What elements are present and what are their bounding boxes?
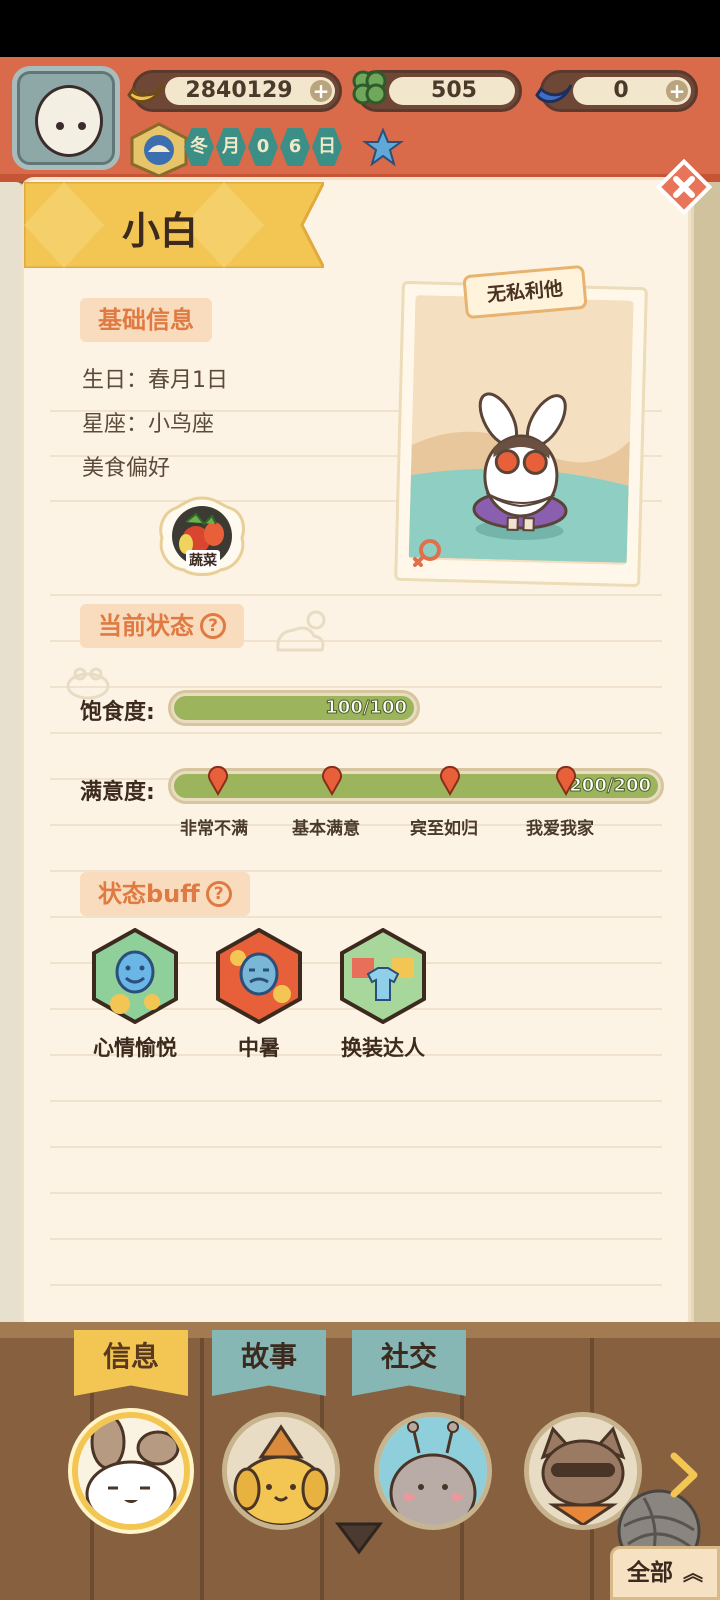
happy-face-icon[interactable] <box>90 928 180 1024</box>
bunny-character-image <box>408 295 634 563</box>
milestone-label: 宾至如归 <box>410 819 478 839</box>
milestone-marker-icon <box>322 766 342 796</box>
milestone-marker-icon <box>440 766 460 796</box>
milestone-label: 我爱我家 <box>526 819 594 839</box>
ruled-line <box>50 1192 662 1194</box>
help-icon[interactable]: ? <box>200 613 226 639</box>
birthday-text: 生日：春月1日 <box>82 368 228 393</box>
date-char: 冬 <box>184 128 214 166</box>
satisfaction-label: 满意度: <box>80 780 155 805</box>
satiety-value: 100/100 <box>325 697 408 719</box>
blue-banana-counter: 0 + <box>535 70 698 112</box>
season-badge-icon[interactable] <box>128 122 190 178</box>
constellation-text: 星座：小鸟座 <box>82 412 215 437</box>
banana-value: 2840129 <box>185 78 293 103</box>
add-blue-bananas-button[interactable]: + <box>666 80 688 102</box>
section-buffs: 状态buff ? <box>80 872 250 916</box>
section-title: 当前状态 <box>98 612 194 640</box>
chevron-up-double-icon: ︽ <box>683 1561 704 1585</box>
banana-icon <box>127 84 165 104</box>
help-icon[interactable]: ? <box>205 881 232 907</box>
avatar-face <box>35 85 103 157</box>
date-char: 日 <box>312 128 342 166</box>
character-avatar-bunny[interactable] <box>72 1412 190 1530</box>
section-title: 状态buff <box>98 880 200 908</box>
ruled-line <box>50 1238 662 1240</box>
buff-label: 中暑 <box>238 1036 280 1060</box>
buff-label: 换装达人 <box>341 1036 425 1060</box>
ruled-line <box>50 916 662 918</box>
avatar-eye <box>56 122 64 130</box>
wardrobe-icon[interactable] <box>338 928 428 1024</box>
clover-counter: 505 <box>352 70 522 112</box>
blue-banana-icon <box>535 84 573 104</box>
date-char: 月 <box>216 128 246 166</box>
milestone-label: 非常不满 <box>180 819 248 839</box>
food-name: 蔬菜 <box>186 550 220 570</box>
section-status: 当前状态 ? <box>80 604 244 648</box>
slug-face-icon <box>379 1417 487 1525</box>
section-basic-info: 基础信息 <box>80 298 212 342</box>
satiety-label: 饱食度: <box>80 700 155 725</box>
close-icon[interactable] <box>654 157 714 217</box>
heatstroke-face-icon[interactable] <box>214 928 304 1024</box>
female-icon <box>413 539 441 567</box>
date-strip: 冬 月 0 6 日 <box>184 128 342 168</box>
character-avatar-dog[interactable] <box>222 1412 340 1530</box>
add-bananas-button[interactable]: + <box>310 80 332 102</box>
clover-value: 505 <box>431 78 477 103</box>
satisfaction-bar: 200/200 <box>168 768 664 804</box>
status-bar <box>0 0 720 57</box>
food-pref-label: 美食偏好 <box>82 456 171 481</box>
buff-label: 心情愉悦 <box>93 1036 177 1060</box>
date-char: 0 <box>248 128 278 166</box>
section-title: 基础信息 <box>98 306 194 334</box>
character-name: 小白 <box>122 209 199 253</box>
blue-banana-value: 0 <box>613 78 629 103</box>
weather-icon[interactable] <box>362 128 404 170</box>
chevron-down-icon[interactable] <box>334 1518 384 1558</box>
date-char: 6 <box>280 128 310 166</box>
book-back-page <box>0 182 26 1332</box>
ruled-line <box>50 686 662 688</box>
satiety-bar: 100/100 <box>168 690 420 726</box>
banana-counter: 2840129 + <box>127 70 342 112</box>
character-avatar-slug[interactable] <box>374 1412 492 1530</box>
wood-plank <box>200 1330 204 1600</box>
ruled-line <box>50 594 662 596</box>
ruled-line <box>50 732 662 734</box>
dog-face-icon <box>227 1417 335 1525</box>
chevron-right-icon[interactable] <box>668 1452 700 1498</box>
all-button-label: 全部 <box>627 1560 673 1586</box>
bunny-face-icon <box>78 1418 184 1524</box>
doodle-creature-icon <box>276 610 326 652</box>
clover-icon <box>352 70 387 105</box>
satisfaction-value: 200/200 <box>569 775 652 797</box>
all-characters-button[interactable]: 全部 ︽ <box>610 1546 720 1600</box>
milestone-label: 基本满意 <box>292 819 360 839</box>
player-avatar[interactable] <box>12 66 120 170</box>
avatar-eye <box>78 122 86 130</box>
milestone-marker-icon <box>208 766 228 796</box>
ruled-line <box>50 1146 662 1148</box>
portrait-photo <box>408 295 634 565</box>
ruled-line <box>50 1100 662 1102</box>
ruled-line <box>50 1284 662 1286</box>
milestone-marker-icon <box>556 766 576 796</box>
